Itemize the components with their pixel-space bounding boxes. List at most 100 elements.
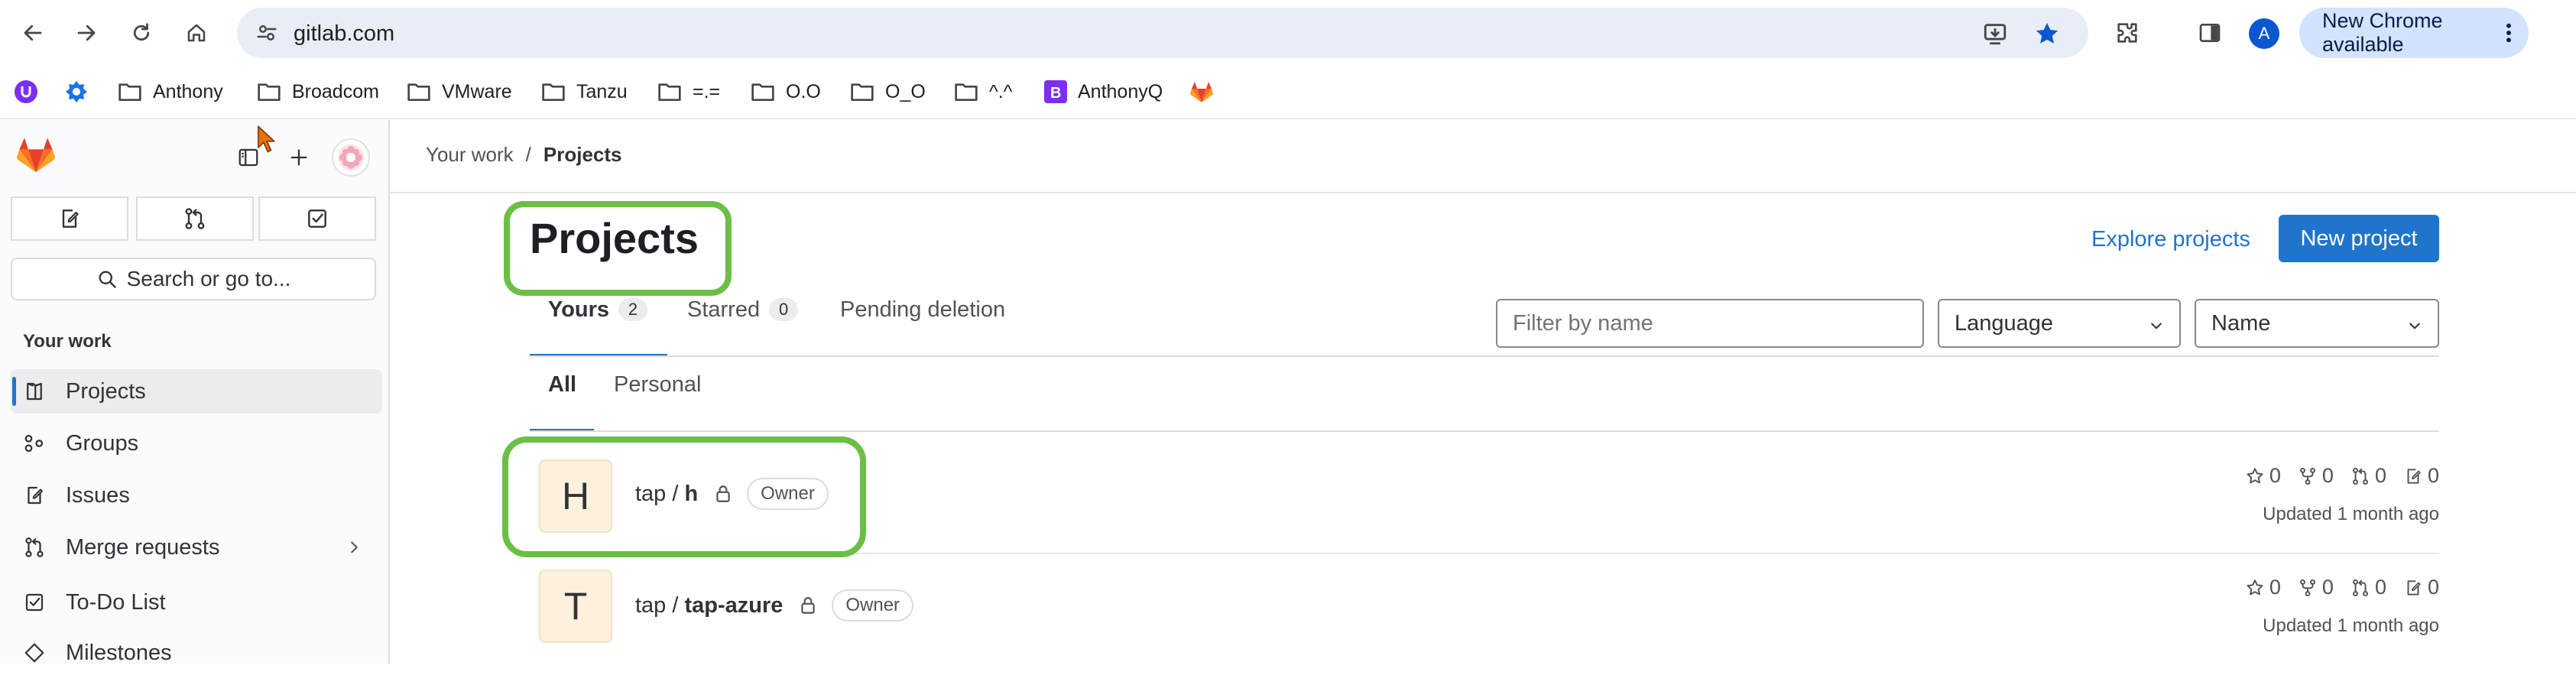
sidebar-item-label: To-Do List xyxy=(66,589,166,615)
bookmark-purple-u[interactable] xyxy=(14,76,38,107)
forward-button[interactable] xyxy=(67,14,105,52)
kebab-menu-icon[interactable] xyxy=(2504,21,2513,45)
address-bar[interactable]: gitlab.com xyxy=(237,8,2088,58)
bookmark-anthony[interactable]: Anthony xyxy=(118,76,223,107)
merge-request-icon xyxy=(2352,467,2368,485)
updated-timestamp: Updated 1 month ago xyxy=(2263,615,2439,636)
forks-stat[interactable]: 0 xyxy=(2298,464,2334,488)
reload-button[interactable] xyxy=(122,14,161,52)
todo-icon xyxy=(21,589,47,615)
bookmark-gitlab[interactable] xyxy=(1189,76,1214,107)
search-label: Search or go to... xyxy=(126,267,291,290)
url-text[interactable]: gitlab.com xyxy=(294,21,394,47)
tabs-divider xyxy=(530,355,2439,357)
title-highlight-annotation xyxy=(504,201,732,296)
explore-projects-link[interactable]: Explore projects xyxy=(2091,227,2250,252)
breadcrumb-your-work[interactable]: Your work xyxy=(426,143,514,167)
gitlab-tanuki-icon xyxy=(17,138,55,173)
stars-stat[interactable]: 0 xyxy=(2245,464,2281,488)
chevron-down-icon xyxy=(2149,318,2164,333)
sidebar-item-issues[interactable]: Issues xyxy=(11,473,382,518)
gitlab-icon xyxy=(1190,82,1213,102)
back-button[interactable] xyxy=(14,14,52,52)
extensions-icon[interactable] xyxy=(2111,17,2143,49)
merge-request-icon xyxy=(2352,579,2368,596)
bookmark-caret-dot-caret[interactable]: ^.^ xyxy=(954,76,1012,107)
project-stats: 0 0 0 0 xyxy=(2245,576,2439,599)
header-divider xyxy=(391,192,2576,193)
subtab-personal[interactable]: Personal xyxy=(614,363,701,406)
new-chrome-available-button[interactable]: New Chrome available xyxy=(2299,8,2529,58)
bookmark-o-dot-o[interactable]: O.O xyxy=(751,76,821,107)
group-icon xyxy=(21,430,47,456)
bookmark-tanzu[interactable]: Tanzu xyxy=(541,76,628,107)
tab-pending-deletion[interactable]: Pending deletion xyxy=(840,288,1005,331)
tab-label: Pending deletion xyxy=(840,297,1006,322)
bookmark-blue-badge[interactable] xyxy=(64,76,89,107)
bookmark-vmware[interactable]: VMware xyxy=(407,76,512,107)
project-stats: 0 0 0 0 xyxy=(2245,464,2439,488)
gitlab-logo[interactable] xyxy=(15,135,57,174)
purple-u-icon xyxy=(15,80,37,103)
home-button[interactable] xyxy=(177,14,216,52)
tab-label: Starred xyxy=(687,297,761,322)
merge-requests-stat[interactable]: 0 xyxy=(2351,576,2386,599)
create-new-button[interactable] xyxy=(281,140,316,175)
chevron-down-icon xyxy=(2407,318,2422,333)
sort-dropdown[interactable]: Name xyxy=(2195,299,2439,348)
project-name[interactable]: tap / tap-azure Owner xyxy=(635,589,914,621)
language-dropdown[interactable]: Language xyxy=(1938,299,2181,348)
site-info-icon[interactable] xyxy=(249,15,284,50)
new-project-button[interactable]: New project xyxy=(2279,215,2439,262)
profile-avatar[interactable]: A xyxy=(2249,18,2279,49)
bookmark-eq-dot-eq[interactable]: =.= xyxy=(657,76,720,107)
main-content: Your work / Projects Projects Explore pr… xyxy=(391,120,2576,664)
search-or-go-to-button[interactable]: Search or go to... xyxy=(11,258,376,300)
issues-stat[interactable]: 0 xyxy=(2403,464,2439,488)
blue-badge-icon xyxy=(66,81,87,102)
tab-starred[interactable]: Starred 0 xyxy=(687,288,799,331)
project-highlight-annotation xyxy=(502,436,866,557)
folder-icon xyxy=(118,83,141,102)
sidebar-item-todo-list[interactable]: To-Do List xyxy=(11,580,382,625)
breadcrumb-separator: / xyxy=(525,143,531,166)
tab-label: Yours xyxy=(548,297,610,322)
subtab-label: Personal xyxy=(614,372,702,397)
fork-icon xyxy=(2299,467,2315,485)
sidebar-item-projects[interactable]: Projects xyxy=(11,369,382,414)
sidebar-item-milestones[interactable]: Milestones xyxy=(11,631,382,675)
breadcrumb-projects[interactable]: Projects xyxy=(543,143,622,167)
assigned-issues-button[interactable] xyxy=(11,196,128,241)
bookmark-star-icon[interactable] xyxy=(2033,20,2061,47)
language-dropdown-label: Language xyxy=(1955,310,2054,336)
bookmark-broadcom[interactable]: Broadcom xyxy=(257,76,379,107)
issues-icon xyxy=(62,209,79,228)
sidebar-item-groups[interactable]: Groups xyxy=(11,421,382,466)
issues-stat[interactable]: 0 xyxy=(2403,576,2439,599)
home-icon xyxy=(187,24,206,42)
tab-yours[interactable]: Yours 2 xyxy=(548,288,648,331)
merge-requests-stat[interactable]: 0 xyxy=(2351,464,2386,488)
subtab-label: All xyxy=(548,372,577,397)
side-panel-icon[interactable] xyxy=(2194,17,2226,49)
todo-quick-button[interactable] xyxy=(258,196,376,241)
sidebar-item-label: Issues xyxy=(66,482,130,508)
lock-icon xyxy=(798,595,818,615)
project-icon xyxy=(21,378,47,404)
user-avatar[interactable] xyxy=(332,138,370,177)
svg-text:B: B xyxy=(1050,85,1061,102)
project-avatar[interactable]: T xyxy=(539,570,612,643)
filter-by-name-input[interactable] xyxy=(1496,299,1924,348)
merge-requests-quick-button[interactable] xyxy=(136,196,254,241)
subtab-all[interactable]: All xyxy=(548,363,576,406)
bookmark-o-under-o[interactable]: O_O xyxy=(850,76,926,107)
bookmark-anthonyq[interactable]: B AnthonyQ xyxy=(1044,76,1163,107)
chevron-right-icon[interactable] xyxy=(346,539,362,556)
forks-stat[interactable]: 0 xyxy=(2298,576,2334,599)
project-row[interactable]: T tap / tap-azure Owner 0 0 0 0 Updated … xyxy=(530,554,2439,664)
stars-stat[interactable]: 0 xyxy=(2245,576,2281,599)
install-app-icon[interactable] xyxy=(1981,20,2009,47)
project-namespace: tap / xyxy=(635,592,679,618)
purple-b-icon: B xyxy=(1044,80,1067,103)
sidebar-item-merge-requests[interactable]: Merge requests xyxy=(11,525,382,570)
